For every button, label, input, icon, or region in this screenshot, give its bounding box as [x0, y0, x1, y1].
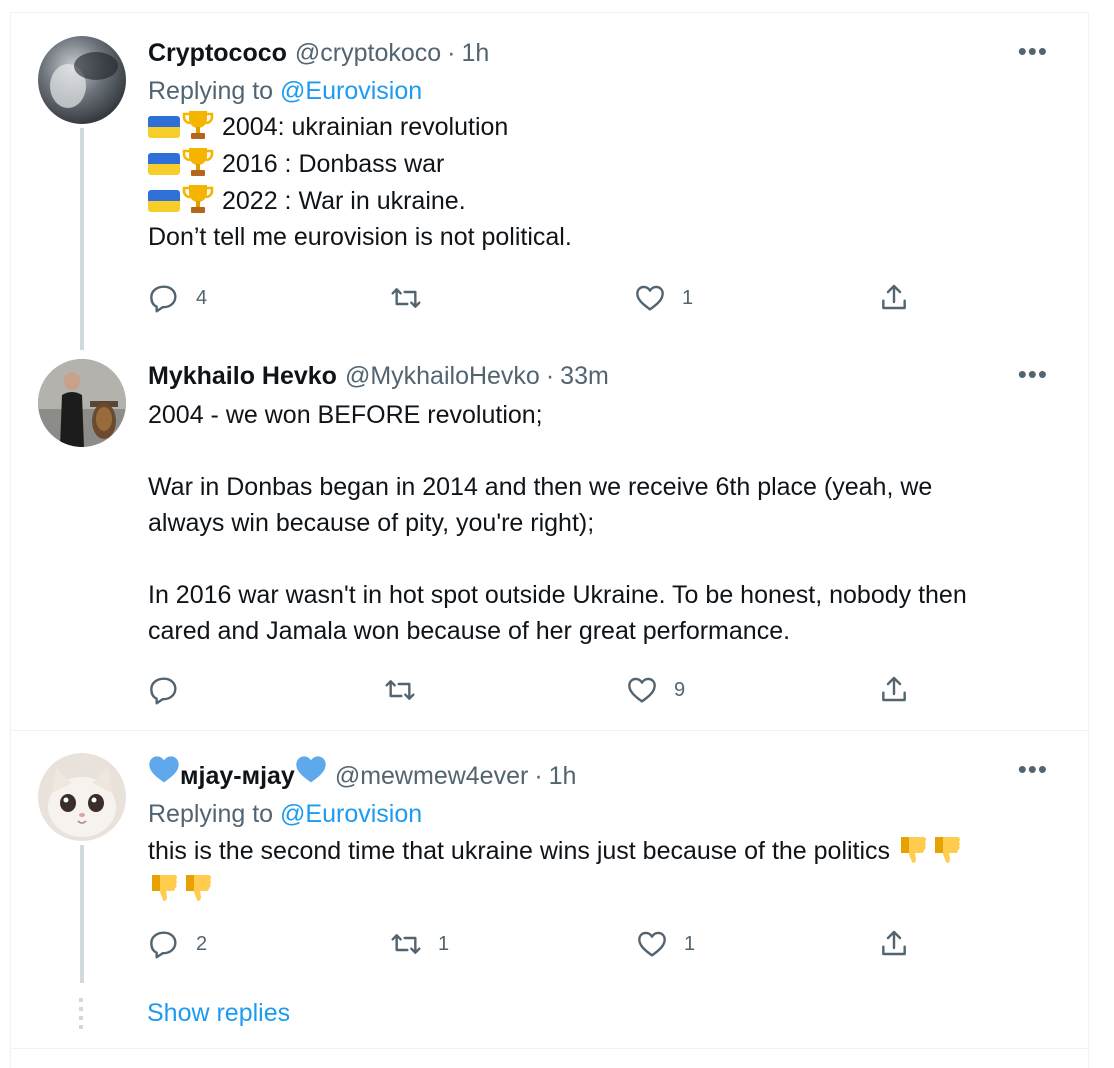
share-button[interactable]	[878, 928, 910, 960]
thumbs-down-icon	[186, 875, 211, 901]
replying-to-label: Replying to	[148, 800, 281, 828]
blue-heart-icon	[296, 756, 326, 783]
more-icon[interactable]: •••	[1018, 359, 1048, 389]
avatar[interactable]	[38, 36, 126, 124]
tweet-line: always win because of pity, you're right…	[148, 509, 595, 537]
tweet-text: this is the second time that ukraine win…	[148, 831, 1048, 907]
tweet-line: Don’t tell me eurovision is not politica…	[148, 223, 572, 251]
tweet-line: 2016 : Donbass war	[222, 150, 445, 178]
display-name[interactable]: мjay-мjay	[180, 759, 295, 793]
reply-count: 2	[196, 932, 208, 955]
thread-line	[80, 128, 84, 350]
share-button[interactable]	[878, 674, 910, 706]
like-count: 9	[674, 678, 686, 701]
trophy-icon	[182, 185, 214, 213]
thread-dots	[79, 998, 83, 1034]
retweet-icon	[391, 288, 421, 308]
reply-icon	[150, 285, 177, 313]
reply-button[interactable]	[148, 674, 196, 706]
reply-button[interactable]: 4	[148, 282, 207, 314]
blue-heart-icon	[149, 756, 179, 783]
trophy-icon	[182, 111, 214, 139]
retweet-icon	[385, 680, 415, 700]
avatar[interactable]	[38, 359, 126, 447]
reply-count: 4	[196, 286, 208, 309]
like-icon	[628, 677, 656, 703]
tweet-actions: 9	[148, 674, 928, 714]
reply-icon	[150, 931, 177, 959]
replying-to-label: Replying to	[148, 77, 281, 105]
replying-to: Replying to @Eurovision	[148, 74, 1048, 108]
thumbs-down-icon	[152, 875, 177, 901]
tweet-divider	[10, 730, 1089, 731]
tweet-line: 2004 - we won BEFORE revolution;	[148, 401, 543, 429]
tweet-line: In 2016 war wasn't in hot spot outside U…	[148, 581, 967, 609]
retweet-button[interactable]: 1	[390, 928, 449, 960]
tweet-line: 2004: ukrainian revolution	[222, 113, 509, 141]
separator: ·	[534, 762, 543, 790]
reply-button[interactable]: 2	[148, 928, 207, 960]
like-icon	[636, 285, 664, 311]
ukraine-flag-icon	[148, 190, 180, 212]
like-button[interactable]: 1	[634, 282, 693, 314]
handle[interactable]: @mewmew4ever	[335, 759, 528, 793]
thumbs-down-icon	[901, 837, 927, 863]
retweet-count: 1	[438, 932, 450, 955]
display-name[interactable]: Cryptococo	[148, 36, 287, 70]
more-icon[interactable]: •••	[1018, 36, 1048, 66]
tweet-text: 2004 - we won BEFORE revolution; War in …	[148, 397, 1048, 649]
ukraine-flag-icon	[148, 116, 180, 138]
share-icon	[882, 284, 906, 310]
separator: ·	[447, 39, 456, 67]
display-name[interactable]: Mykhailo Hevko	[148, 359, 337, 393]
timestamp[interactable]: 1h	[549, 759, 577, 793]
retweet-button[interactable]	[390, 282, 438, 314]
handle[interactable]: @MykhailoHevko	[345, 359, 540, 393]
tweet-line	[148, 541, 1048, 577]
tweet-actions: 4 1	[148, 282, 928, 322]
ukraine-flag-icon	[148, 153, 180, 175]
like-count: 1	[682, 286, 694, 309]
tweet-line: War in Donbas began in 2014 and then we …	[148, 473, 933, 501]
like-button[interactable]: 9	[626, 674, 685, 706]
tweet-line: 2022 : War in ukraine.	[222, 187, 466, 215]
like-button[interactable]: 1	[636, 928, 695, 960]
separator: ·	[545, 362, 555, 390]
like-count: 1	[684, 932, 696, 955]
tweet-line	[148, 433, 1048, 469]
replying-to: Replying to @Eurovision	[148, 797, 1048, 831]
share-icon	[882, 676, 906, 702]
share-icon	[882, 930, 906, 956]
trophy-icon	[182, 148, 214, 176]
thread-line	[80, 845, 84, 983]
reply-to-link[interactable]: @Eurovision	[280, 800, 422, 828]
tweet-actions: 2 1 1	[148, 928, 928, 968]
handle[interactable]: @cryptokoco	[295, 36, 441, 70]
tweet-text: 2004: ukrainian revolution 2016 : Donbas…	[148, 108, 1048, 255]
reply-icon	[150, 677, 177, 705]
timestamp[interactable]: 1h	[462, 36, 490, 70]
like-icon	[638, 931, 666, 957]
tweet-line: this is the second time that ukraine win…	[148, 837, 891, 865]
retweet-icon	[391, 934, 421, 954]
more-icon[interactable]: •••	[1018, 754, 1048, 784]
share-button[interactable]	[878, 282, 910, 314]
tweet-line: cared and Jamala won because of her grea…	[148, 617, 791, 645]
reply-to-link[interactable]: @Eurovision	[280, 77, 422, 105]
show-replies-link[interactable]: Show replies	[147, 999, 290, 1028]
avatar[interactable]	[38, 753, 126, 841]
timestamp[interactable]: 33m	[560, 359, 609, 393]
thumbs-down-icon	[935, 837, 961, 863]
tweet-divider	[10, 1048, 1089, 1049]
retweet-button[interactable]	[384, 674, 432, 706]
